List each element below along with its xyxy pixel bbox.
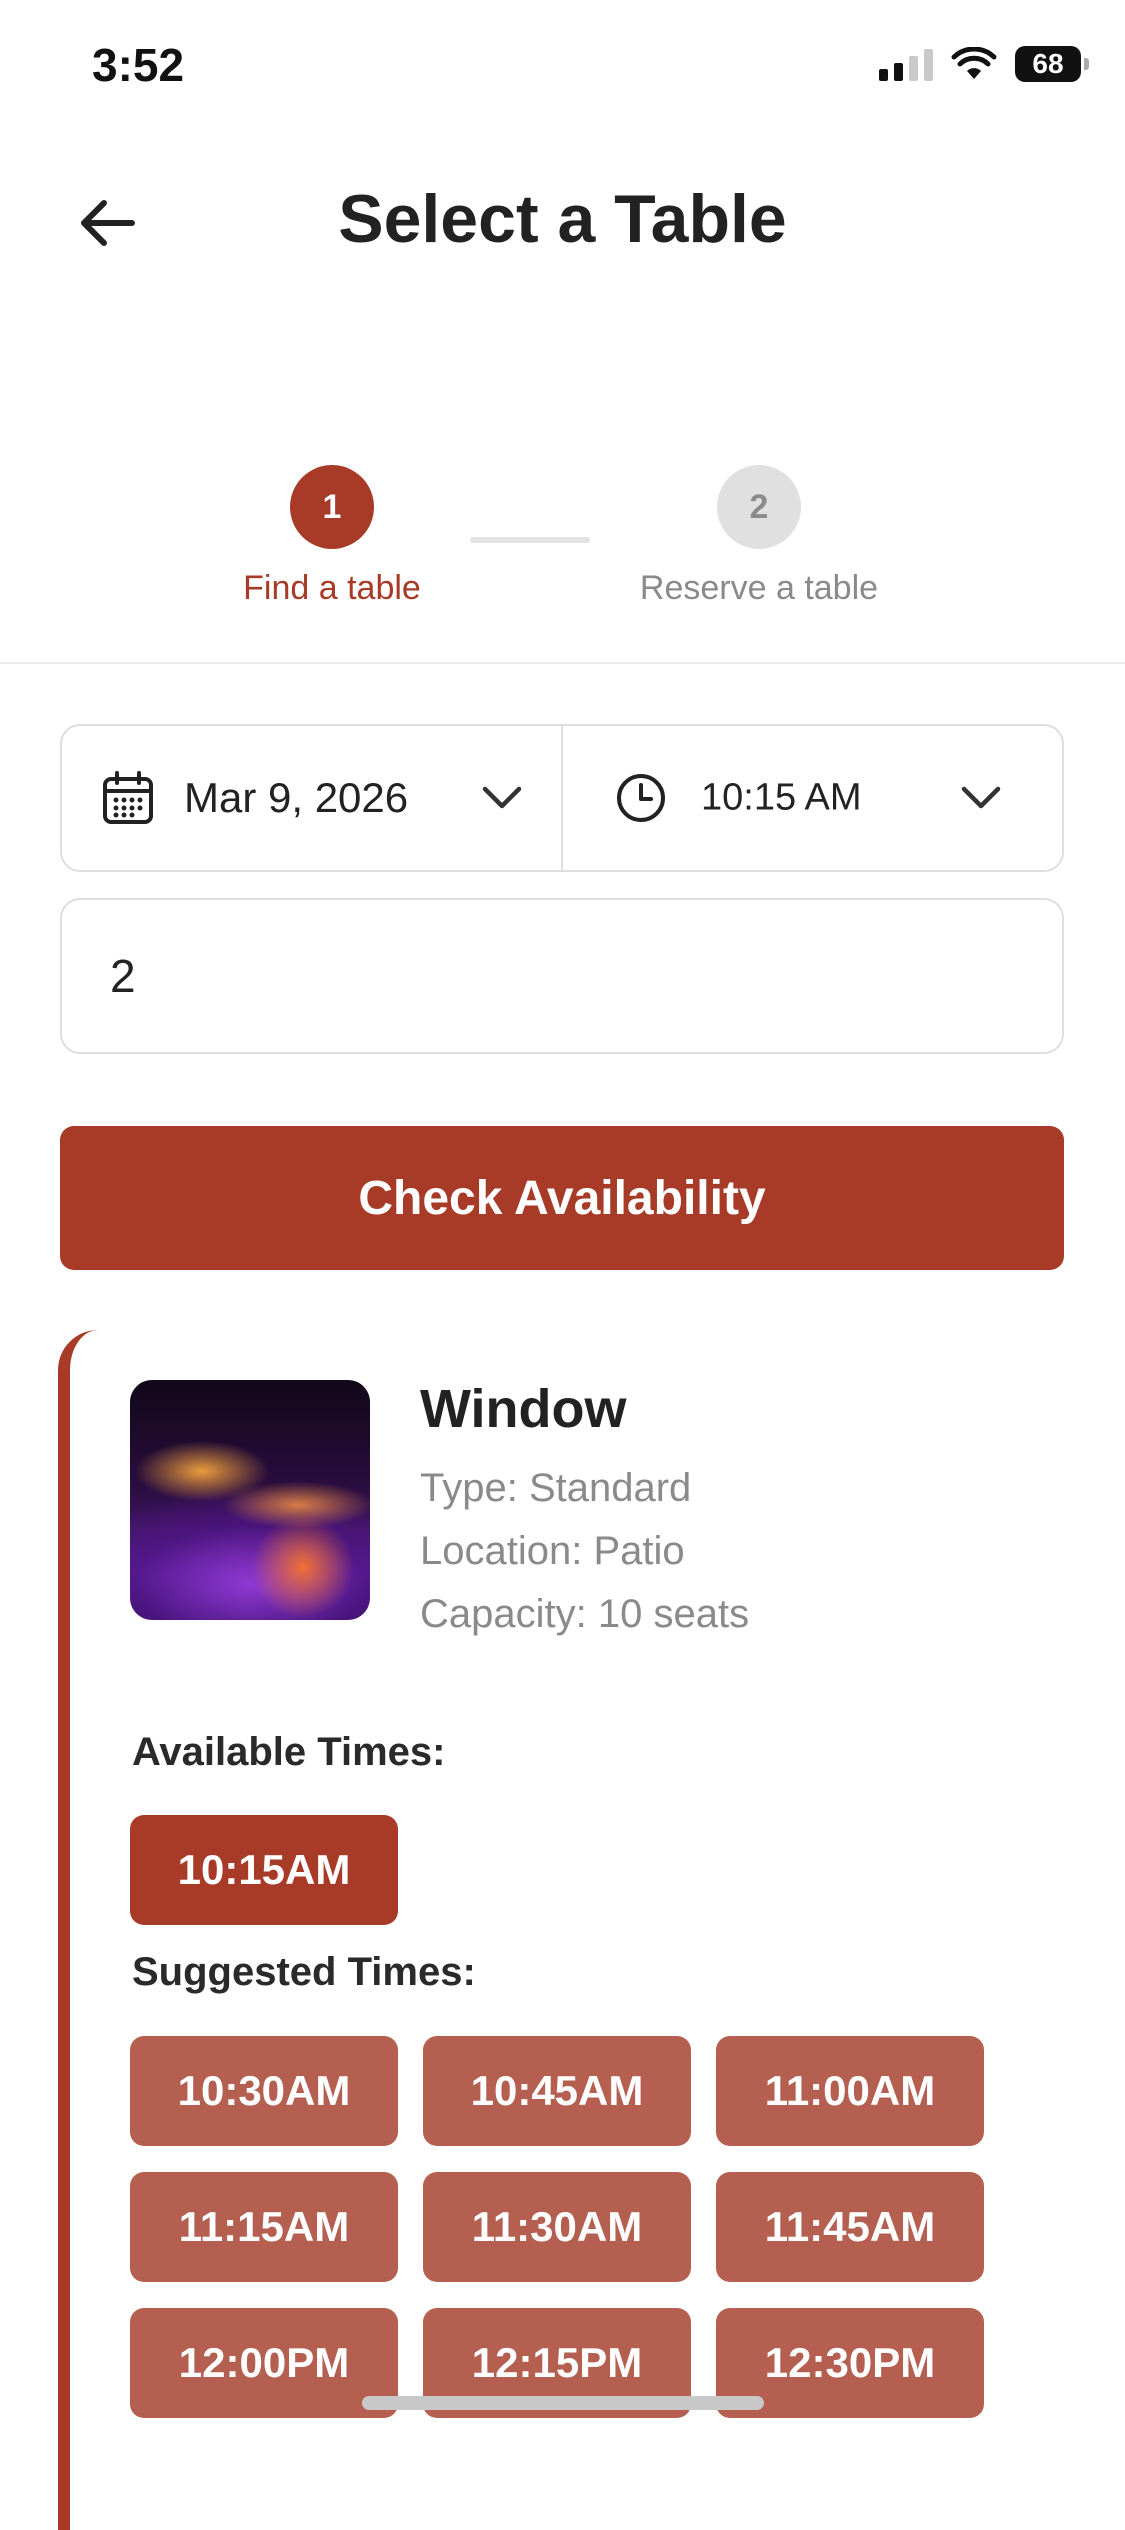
step-number: 2	[717, 465, 801, 549]
step-reserve-table: 2 Reserve a table	[629, 465, 889, 608]
date-time-picker-row: Mar 9, 2026 10:15 AM	[60, 724, 1064, 872]
time-picker[interactable]: 10:15 AM	[561, 726, 1062, 870]
table-location: Location: Patio	[420, 1529, 685, 1573]
time-slot-button[interactable]: 11:30AM	[423, 2172, 691, 2282]
status-icons: 68	[879, 46, 1089, 82]
chevron-down-icon	[482, 786, 522, 809]
header: Select a Table	[0, 160, 1125, 280]
clock-icon	[617, 774, 665, 822]
divider	[0, 662, 1125, 664]
status-bar: 3:52 68	[0, 0, 1125, 140]
time-slot-button[interactable]: 11:15AM	[130, 2172, 398, 2282]
step-find-table: 1 Find a table	[202, 465, 462, 608]
time-slot-button[interactable]: 11:45AM	[716, 2172, 984, 2282]
party-size-input[interactable]: 2	[60, 898, 1064, 1054]
cellular-signal-icon	[879, 47, 933, 81]
time-slot-button[interactable]: 12:00PM	[130, 2308, 398, 2418]
chevron-down-icon	[961, 786, 1001, 809]
page-title: Select a Table	[338, 181, 787, 257]
table-name: Window	[420, 1379, 627, 1439]
time-value: 10:15 AM	[701, 776, 862, 819]
step-number: 1	[290, 465, 374, 549]
time-slot-button[interactable]: 11:00AM	[716, 2036, 984, 2146]
step-connector	[470, 537, 590, 543]
check-availability-button[interactable]: Check Availability	[60, 1126, 1064, 1270]
table-type: Type: Standard	[420, 1466, 692, 1510]
time-slot-button[interactable]: 10:15AM	[130, 1815, 398, 1925]
step-label: Find a table	[243, 569, 421, 607]
available-times-label: Available Times:	[132, 1730, 446, 1774]
home-indicator[interactable]	[362, 2396, 764, 2410]
status-time: 3:52	[92, 39, 185, 91]
date-picker[interactable]: Mar 9, 2026	[62, 726, 561, 870]
time-slot-button[interactable]: 10:45AM	[423, 2036, 691, 2146]
table-result-card[interactable]: Window Type: Standard Location: Patio Ca…	[58, 1330, 1080, 2530]
step-label: Reserve a table	[639, 569, 879, 607]
date-value: Mar 9, 2026	[184, 774, 409, 821]
time-slot-button[interactable]: 10:30AM	[130, 2036, 398, 2146]
table-photo	[130, 1380, 370, 1620]
suggested-times-label: Suggested Times:	[132, 1950, 476, 1994]
table-capacity: Capacity: 10 seats	[420, 1592, 750, 1636]
wifi-icon	[951, 47, 997, 79]
calendar-icon	[103, 771, 153, 824]
battery-icon: 68	[1015, 46, 1089, 82]
stepper: 1 Find a table 2 Reserve a table	[0, 465, 1125, 625]
